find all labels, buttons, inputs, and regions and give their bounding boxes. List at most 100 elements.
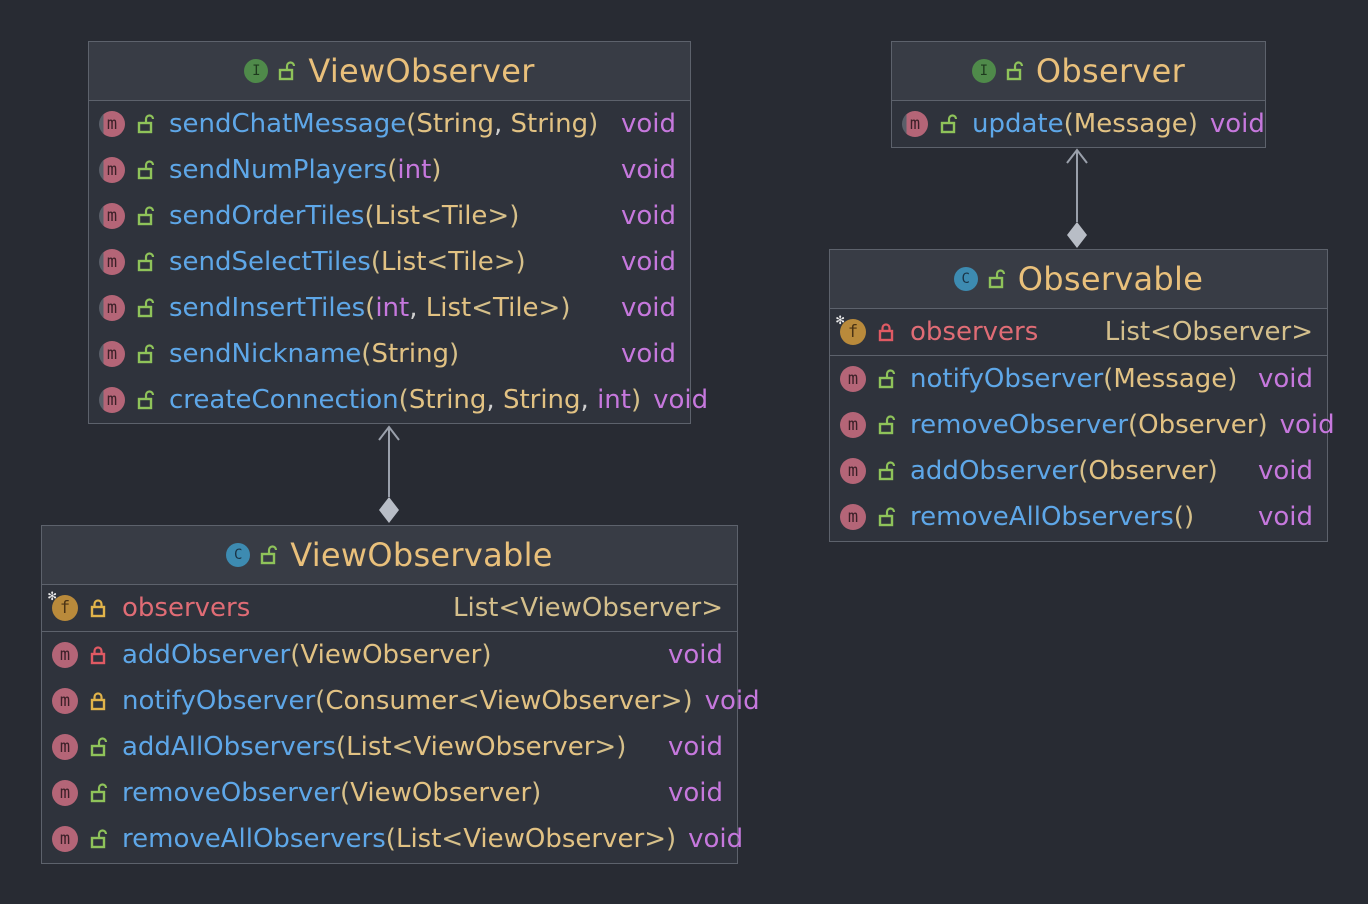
method-row[interactable]: m sendNickname(String) void xyxy=(89,331,690,377)
class-box-view-observable[interactable]: C ViewObservable f ✻ observers List<ViewObser… xyxy=(41,525,760,864)
field-name: observers xyxy=(122,593,251,623)
class-header: C Observable xyxy=(830,250,1327,309)
static-marker-icon: ✻ xyxy=(836,312,845,328)
param-type: Message xyxy=(1113,364,1228,394)
method-signature: createConnection(String, String, int) xyxy=(169,385,641,415)
class-box-view-observer[interactable]: I ViewObserver m sendChatMessage(String, St… xyxy=(88,41,708,424)
paren-open: ( xyxy=(1173,502,1184,532)
method-signature: notifyObserver(Consumer<ViewObserver>) xyxy=(122,686,693,716)
method-row[interactable]: m sendNumPlayers(int) void xyxy=(89,147,690,193)
fields-section: f ✻ observers List<Observer> xyxy=(830,309,1327,356)
method-name: removeAllObservers xyxy=(122,824,386,854)
class-box-observable[interactable]: C Observable f ✻ observers List<Observer> m not… xyxy=(829,249,1335,542)
param-type: String xyxy=(408,385,487,415)
method-row[interactable]: m addObserver(ViewObserver) void xyxy=(42,632,737,678)
class-name: Observable xyxy=(1017,260,1204,298)
paren-open: ( xyxy=(406,109,417,139)
paren-close: ) xyxy=(630,385,642,415)
paren-open: ( xyxy=(387,155,398,185)
param-type: ViewObserver xyxy=(463,824,645,854)
param-type: < xyxy=(420,201,442,231)
paren-open: ( xyxy=(1128,410,1139,440)
interface-badge-icon: I xyxy=(971,59,996,83)
param-type: String xyxy=(416,109,494,139)
paren-open: ( xyxy=(340,778,351,808)
method-signature: sendNickname(String) xyxy=(169,339,609,369)
method-name: removeObserver xyxy=(910,410,1129,440)
paren-close: ) xyxy=(1257,410,1268,440)
method-row[interactable]: m addObserver(Observer) void xyxy=(830,448,1327,494)
open-lock-icon xyxy=(278,61,296,81)
method-row[interactable]: m sendChatMessage(String, String) void xyxy=(89,101,690,147)
param-type: ViewObserver xyxy=(413,732,595,762)
paren-close: ) xyxy=(481,640,492,670)
field-name: observers xyxy=(910,317,1039,347)
paren-open: ( xyxy=(385,824,396,854)
method-row[interactable]: m removeObserver(Observer) void xyxy=(830,402,1335,448)
method-row[interactable]: m update(Message) void xyxy=(892,101,1265,147)
param-type: > xyxy=(493,247,516,277)
method-signature: sendChatMessage(String, String) xyxy=(169,109,609,139)
paren-open: ( xyxy=(290,640,301,670)
method-row[interactable]: m addAllObservers(List<ViewObserver>) void xyxy=(42,724,737,770)
method-row[interactable]: m sendSelectTiles(List<Tile>) void xyxy=(89,239,690,285)
method-row[interactable]: m sendOrderTiles(List<Tile>) void xyxy=(89,193,690,239)
open-lock-icon xyxy=(878,369,896,389)
open-lock-icon xyxy=(137,390,155,410)
return-type: void xyxy=(620,247,676,277)
return-type: void xyxy=(667,778,723,808)
methods-section: m addObserver(ViewObserver) void m notifyObs… xyxy=(42,632,760,862)
method-row[interactable]: m removeAllObservers() void xyxy=(830,494,1327,540)
paren-close: ) xyxy=(1183,502,1195,532)
paren-close: ) xyxy=(449,339,460,369)
param-type: Tile xyxy=(493,293,539,323)
open-lock-icon xyxy=(90,783,108,803)
method-signature: sendNumPlayers(int) xyxy=(169,155,609,185)
method-name: notifyObserver xyxy=(910,364,1104,394)
field-row[interactable]: f ✻ observers List<Observer> xyxy=(830,309,1327,355)
method-signature: addObserver(Observer) xyxy=(910,456,1246,486)
return-type: void xyxy=(704,686,760,716)
method-signature: sendOrderTiles(List<Tile>) xyxy=(169,201,609,231)
param-type: < xyxy=(457,686,480,716)
method-row[interactable]: m sendInsertTiles(int, List<Tile>) void xyxy=(89,285,690,331)
method-signature: addAllObservers(List<ViewObserver>) xyxy=(122,732,656,762)
method-signature: addObserver(ViewObserver) xyxy=(122,640,656,670)
param-type: ViewObserver xyxy=(300,640,482,670)
paren-open: ( xyxy=(370,247,381,277)
paren-close: ) xyxy=(616,732,627,762)
method-name: sendOrderTiles xyxy=(169,201,365,231)
param-type: ViewObserver xyxy=(350,778,532,808)
paren-open: ( xyxy=(1063,109,1074,139)
open-lock-icon xyxy=(878,461,896,481)
class-name: ViewObserver xyxy=(308,52,535,90)
field-badge-icon: f ✻ xyxy=(48,588,78,621)
method-name: sendNickname xyxy=(169,339,362,369)
return-type: void xyxy=(620,293,676,323)
param-type: > xyxy=(487,201,510,231)
param-type: < xyxy=(426,247,449,277)
method-badge-icon: m xyxy=(99,295,125,321)
method-row[interactable]: m removeObserver(ViewObserver) void xyxy=(42,770,737,816)
field-row[interactable]: f ✻ observers List<ViewObserver> xyxy=(42,585,737,631)
open-lock-icon xyxy=(1006,61,1024,81)
param-type: List xyxy=(380,247,427,277)
paren-close: ) xyxy=(431,155,442,185)
method-row[interactable]: m createConnection(String, String, int) vo… xyxy=(89,377,708,423)
param-type: < xyxy=(391,732,414,762)
open-lock-icon xyxy=(137,344,155,364)
method-badge-icon: m xyxy=(840,412,866,438)
class-box-observer[interactable]: I Observer m update(Message) void xyxy=(891,41,1266,148)
method-row[interactable]: m notifyObserver(Consumer<ViewObserver>) v… xyxy=(42,678,760,724)
param-type: int xyxy=(375,293,410,323)
param-type: > xyxy=(594,732,617,762)
closed-lock-icon xyxy=(90,645,108,665)
paren-close: ) xyxy=(1227,364,1238,394)
param-type: > xyxy=(660,686,683,716)
method-name: sendChatMessage xyxy=(169,109,407,139)
class-header: I Observer xyxy=(892,42,1265,101)
method-signature: removeAllObservers() xyxy=(910,502,1246,532)
method-row[interactable]: m notifyObserver(Message) void xyxy=(830,356,1327,402)
method-signature: notifyObserver(Message) xyxy=(910,364,1246,394)
method-row[interactable]: m removeAllObservers(List<ViewObserver>) v… xyxy=(42,816,743,862)
